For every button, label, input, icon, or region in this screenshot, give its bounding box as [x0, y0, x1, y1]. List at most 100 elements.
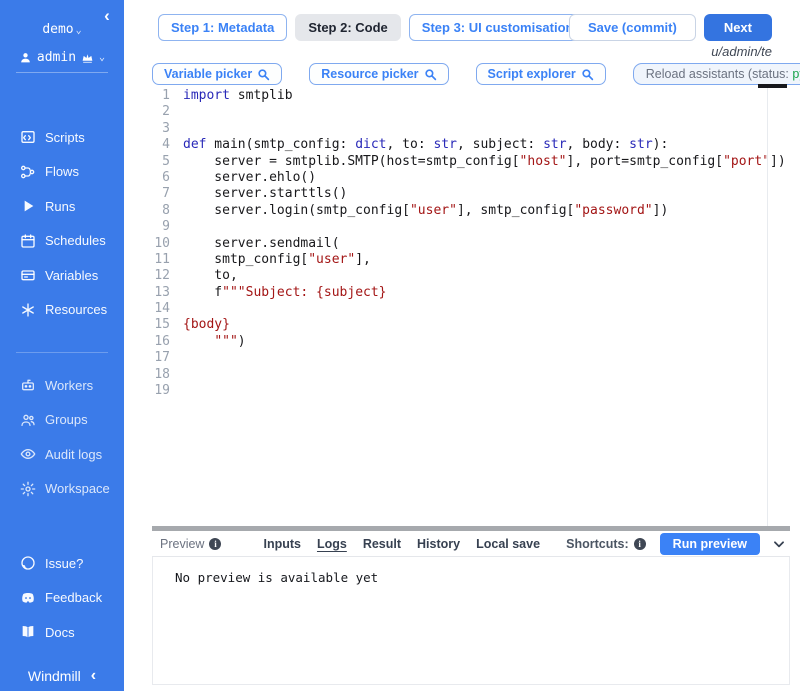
preview-tab-logs[interactable]: Logs — [317, 537, 347, 551]
variables-icon — [20, 267, 36, 283]
code-line[interactable]: 13 f"""Subject: {subject} — [152, 285, 790, 301]
code-line[interactable]: 6 server.ehlo() — [152, 170, 790, 186]
sidebar-item-label: Runs — [45, 199, 75, 214]
runs-icon — [20, 198, 36, 214]
sidebar: ‹ demo⌄ admin ⌄ Scripts Flows Runs Schedule… — [0, 0, 124, 691]
step-tab-1[interactable]: Step 1: Metadata — [158, 14, 287, 41]
script-explorer-button[interactable]: Script explorer — [476, 63, 606, 85]
code-line[interactable]: 4def main(smtp_config: dict, to: str, su… — [152, 137, 790, 153]
code-line-content: server = smtplib.SMTP(host=smtp_config["… — [170, 154, 786, 170]
code-line[interactable]: 15{body} — [152, 317, 790, 333]
code-line[interactable]: 17 — [152, 350, 790, 366]
line-number: 14 — [152, 301, 170, 317]
save-commit-button[interactable]: Save (commit) — [569, 14, 696, 41]
sidebar-collapse-icon[interactable]: ‹ — [91, 667, 96, 685]
code-line[interactable]: 10 server.sendmail( — [152, 236, 790, 252]
code-line-content — [170, 301, 183, 317]
code-line-content — [170, 383, 183, 399]
script-path: u/admin/te — [711, 44, 772, 59]
sidebar-item-feedback[interactable]: Feedback — [0, 581, 124, 616]
preview-tab-local-save[interactable]: Local save — [476, 537, 540, 551]
step-tab-2[interactable]: Step 2: Code — [295, 14, 400, 41]
step-tab-3[interactable]: Step 3: UI customisation — [409, 14, 587, 41]
sidebar-nav-main: Scripts Flows Runs Schedules Variables Resour… — [0, 120, 124, 327]
line-number: 3 — [152, 121, 170, 137]
code-line[interactable]: 19 — [152, 383, 790, 399]
code-line[interactable]: 7 server.starttls() — [152, 186, 790, 202]
code-editor[interactable]: 1import smtplib234def main(smtp_config: … — [152, 88, 790, 526]
code-line[interactable]: 8 server.login(smtp_config["user"], smtp… — [152, 203, 790, 219]
user-name: admin — [37, 50, 76, 65]
code-line[interactable]: 3 — [152, 121, 790, 137]
reload-assistants-button[interactable]: Reload assistants (status: pyright black… — [633, 63, 800, 85]
sidebar-item-schedules[interactable]: Schedules — [0, 224, 124, 259]
step-tabs: Step 1: Metadata Step 2: Code Step 3: UI c… — [158, 14, 586, 41]
editor-toolbar: Variable picker Resource picker Script exp… — [152, 63, 788, 85]
resource-picker-button[interactable]: Resource picker — [309, 63, 448, 85]
next-button[interactable]: Next — [704, 14, 772, 41]
code-line[interactable]: 14 — [152, 301, 790, 317]
user-menu[interactable]: admin ⌄ — [0, 50, 124, 65]
sidebar-item-label: Scripts — [45, 130, 85, 145]
code-line-content: """) — [170, 334, 246, 350]
audit-logs-icon — [20, 446, 36, 462]
chevron-down-icon: ⌄ — [76, 25, 82, 36]
variable-picker-label: Variable picker — [164, 67, 252, 81]
user-icon — [19, 51, 32, 64]
search-icon — [424, 68, 437, 81]
workspace-switcher[interactable]: demo⌄ — [0, 22, 124, 37]
collapse-panel-icon[interactable] — [772, 537, 786, 551]
sidebar-item-groups[interactable]: Groups — [0, 403, 124, 438]
sidebar-item-runs[interactable]: Runs — [0, 189, 124, 224]
sidebar-item-workers[interactable]: Workers — [0, 368, 124, 403]
scrollbar-slider[interactable] — [758, 84, 787, 88]
code-line-content: server.sendmail( — [170, 236, 340, 252]
preview-tab-inputs[interactable]: Inputs — [263, 537, 301, 551]
sidebar-item-scripts[interactable]: Scripts — [0, 120, 124, 155]
brand-label: Windmill — [28, 668, 81, 684]
variable-picker-button[interactable]: Variable picker — [152, 63, 282, 85]
line-number: 12 — [152, 268, 170, 284]
workspace-icon — [20, 481, 36, 497]
preview-tab-result[interactable]: Result — [363, 537, 401, 551]
search-icon — [581, 68, 594, 81]
code-line[interactable]: 2 — [152, 104, 790, 120]
line-number: 4 — [152, 137, 170, 153]
code-line-content — [170, 219, 183, 235]
code-line[interactable]: 11 smtp_config["user"], — [152, 252, 790, 268]
preview-tab-history[interactable]: History — [417, 537, 460, 551]
code-line-content: server.ehlo() — [170, 170, 316, 186]
sidebar-item-issue[interactable]: Issue? — [0, 546, 124, 581]
preview-title: Preview i — [160, 537, 221, 551]
line-number: 10 — [152, 236, 170, 252]
line-number: 9 — [152, 219, 170, 235]
sidebar-item-docs[interactable]: Docs — [0, 615, 124, 650]
sidebar-item-label: Feedback — [45, 590, 102, 605]
windmill-app: ‹ demo⌄ admin ⌄ Scripts Flows Runs Schedule… — [0, 0, 800, 691]
preview-tabs: Inputs Logs Result History Local save — [263, 537, 540, 551]
sidebar-item-flows[interactable]: Flows — [0, 155, 124, 190]
code-line[interactable]: 9 — [152, 219, 790, 235]
code-line[interactable]: 5 server = smtplib.SMTP(host=smtp_config… — [152, 154, 790, 170]
code-line[interactable]: 12 to, — [152, 268, 790, 284]
code-line[interactable]: 16 """) — [152, 334, 790, 350]
sidebar-item-label: Workspace — [45, 481, 110, 496]
code-line-content: to, — [170, 268, 238, 284]
sidebar-item-label: Variables — [45, 268, 98, 283]
code-line[interactable]: 18 — [152, 367, 790, 383]
line-number: 6 — [152, 170, 170, 186]
flows-icon — [20, 164, 36, 180]
code-line[interactable]: 1import smtplib — [152, 88, 790, 104]
run-preview-button[interactable]: Run preview — [660, 533, 760, 555]
sidebar-item-label: Issue? — [45, 556, 83, 571]
sidebar-item-audit-logs[interactable]: Audit logs — [0, 437, 124, 472]
info-icon[interactable]: i — [209, 538, 221, 550]
info-icon[interactable]: i — [634, 538, 646, 550]
line-number: 2 — [152, 104, 170, 120]
sidebar-item-label: Docs — [45, 625, 75, 640]
sidebar-item-workspace[interactable]: Workspace — [0, 472, 124, 507]
line-number: 17 — [152, 350, 170, 366]
sidebar-item-variables[interactable]: Variables — [0, 258, 124, 293]
workspace-name: demo — [42, 22, 73, 37]
sidebar-item-resources[interactable]: Resources — [0, 293, 124, 328]
